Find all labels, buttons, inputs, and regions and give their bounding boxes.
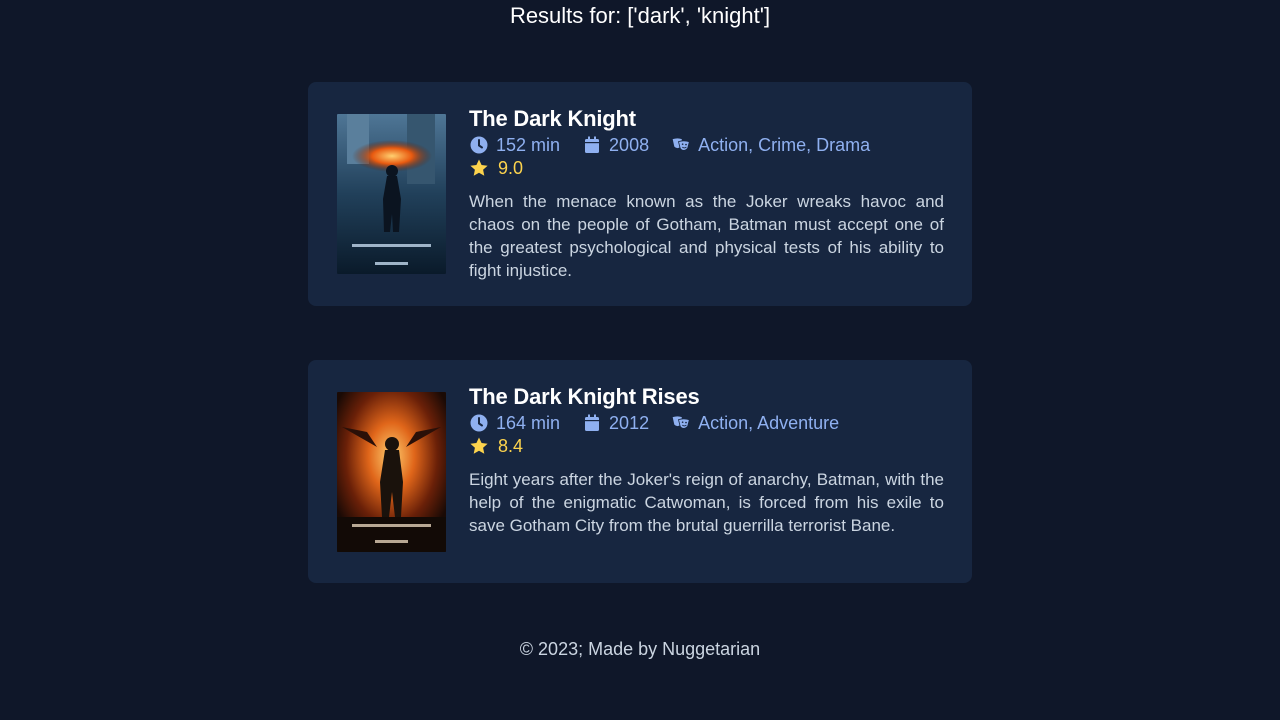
rating: 9.0 xyxy=(469,156,944,180)
rating: 8.4 xyxy=(469,434,944,458)
clock-icon xyxy=(469,413,489,433)
movie-meta: 152 min 2008 Action, Crime, Drama xyxy=(469,134,944,156)
rating-value: 9.0 xyxy=(498,158,524,178)
theater-masks-icon xyxy=(671,413,691,433)
movie-description: When the menace known as the Joker wreak… xyxy=(469,192,944,280)
genres-text: Action, Adventure xyxy=(698,413,840,433)
year-text: 2008 xyxy=(609,135,650,155)
movie-card[interactable]: The Dark Knight 152 min 2008 Action, Cri… xyxy=(308,82,972,306)
runtime-text: 152 min xyxy=(496,135,561,155)
results-heading: Results for: ['dark', 'knight'] xyxy=(509,3,771,28)
runtime-text: 164 min xyxy=(496,413,561,433)
theater-masks-icon xyxy=(671,135,691,155)
movie-title[interactable]: The Dark Knight Rises xyxy=(469,382,944,412)
calendar-icon xyxy=(582,135,602,155)
movie-description: Eight years after the Joker's reign of a… xyxy=(469,470,944,535)
year-text: 2012 xyxy=(609,413,650,433)
movie-card[interactable]: The Dark Knight Rises 164 min 2012 Actio… xyxy=(308,360,972,583)
star-icon xyxy=(469,436,489,456)
movie-poster[interactable] xyxy=(337,392,446,552)
movie-poster[interactable] xyxy=(337,114,446,274)
movie-meta: 164 min 2012 Action, Adventure xyxy=(469,412,944,434)
rating-value: 8.4 xyxy=(498,436,524,456)
genres-text: Action, Crime, Drama xyxy=(698,135,871,155)
clock-icon xyxy=(469,135,489,155)
movie-title[interactable]: The Dark Knight xyxy=(469,104,944,134)
footer-credit: © 2023; Made by Nuggetarian xyxy=(519,639,761,659)
calendar-icon xyxy=(582,413,602,433)
star-icon xyxy=(469,158,489,178)
